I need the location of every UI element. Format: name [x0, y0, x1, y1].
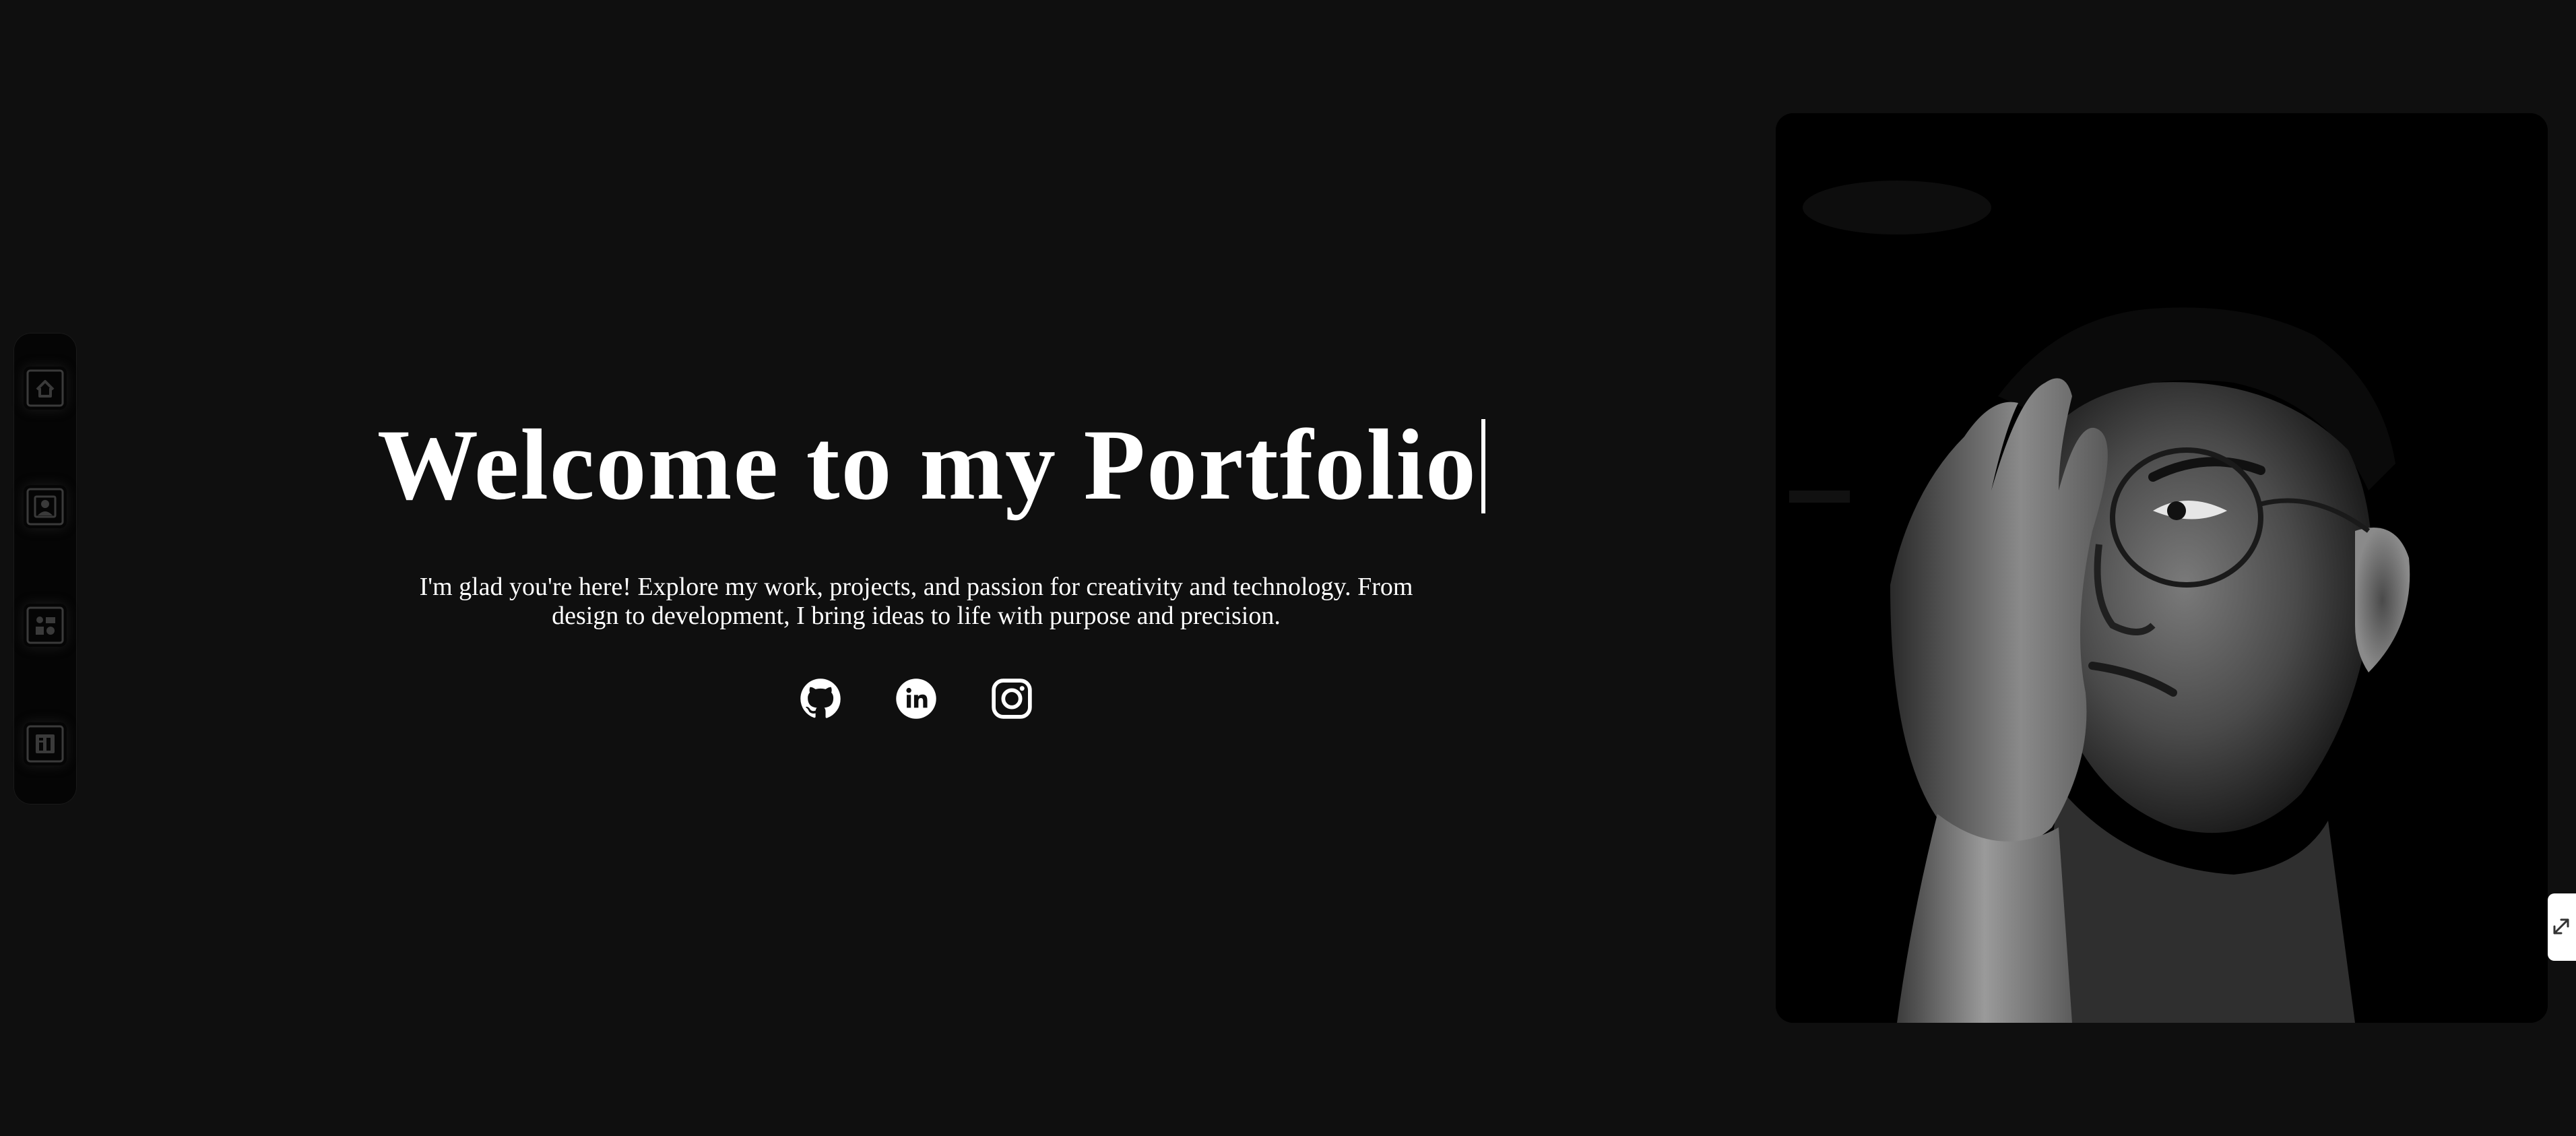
projects-icon [26, 606, 64, 644]
portrait-image [1776, 113, 2548, 1023]
feedback-tab[interactable] [2548, 893, 2576, 961]
linkedin-link[interactable] [895, 678, 937, 720]
github-icon [800, 679, 841, 718]
github-link[interactable] [800, 678, 841, 720]
linkedin-icon [896, 679, 936, 719]
hero-paragraph: I'm glad you're here! Explore my work, p… [419, 573, 1413, 630]
hero-section: Welcome to my Portfolio I'm glad you're … [377, 404, 1485, 720]
home-icon [26, 369, 64, 407]
hero-title-text: Welcome to my Portfolio [377, 409, 1477, 521]
nav-skills-button[interactable] [24, 722, 67, 765]
profile-photo [1776, 113, 2548, 1023]
about-icon [26, 488, 64, 526]
nav-projects-button[interactable] [24, 604, 67, 647]
nav-about-button[interactable] [24, 485, 67, 528]
social-links [377, 678, 1455, 720]
side-nav-dock [13, 333, 77, 804]
expand-arrows-icon [2553, 918, 2569, 935]
skills-icon [26, 725, 64, 763]
instagram-icon [992, 679, 1032, 719]
instagram-link[interactable] [991, 678, 1033, 720]
typing-cursor [1481, 419, 1485, 513]
nav-home-button[interactable] [24, 367, 67, 410]
hero-title: Welcome to my Portfolio [377, 404, 1485, 526]
